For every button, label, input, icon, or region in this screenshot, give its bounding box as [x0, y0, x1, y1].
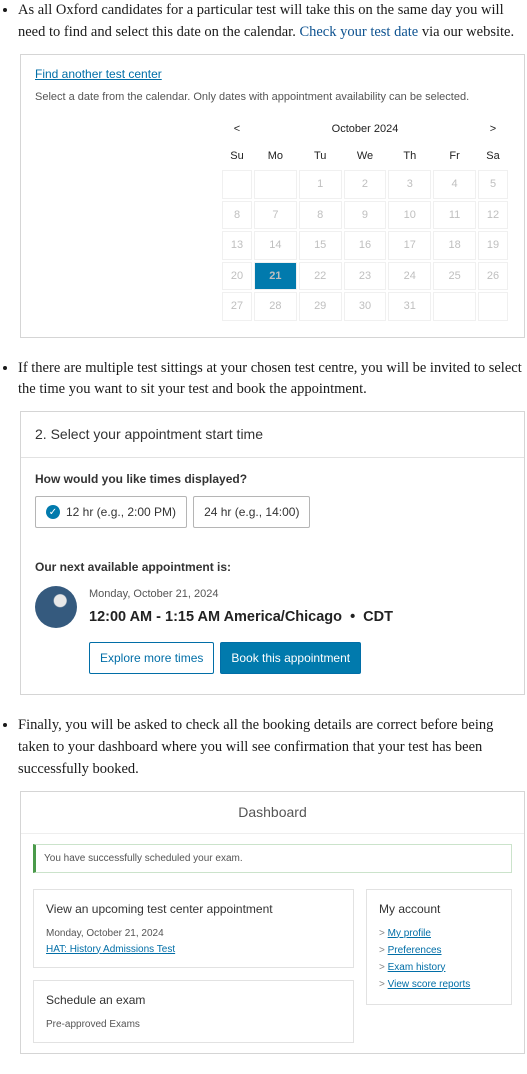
slot-time: 12:00 AM - 1:15 AM America/Chicago: [89, 609, 342, 625]
cal-day[interactable]: 8: [299, 201, 342, 230]
account-link-exam-history[interactable]: Exam history: [388, 962, 446, 973]
my-account-card: My account My profile Preferences Exam h…: [366, 889, 512, 1005]
upcoming-appointment-card: View an upcoming test center appointment…: [33, 889, 354, 969]
check-icon: ✓: [46, 505, 60, 519]
check-test-date-link[interactable]: Check your test date: [299, 24, 418, 40]
cal-day[interactable]: 29: [299, 292, 342, 321]
cal-day[interactable]: 24: [388, 262, 431, 291]
cal-day[interactable]: 2: [344, 170, 387, 199]
cal-day[interactable]: 12: [478, 201, 508, 230]
dashboard-title: Dashboard: [21, 792, 524, 834]
upcoming-exam-link[interactable]: HAT: History Admissions Test: [46, 944, 175, 955]
cal-day[interactable]: 25: [433, 262, 476, 291]
separator-icon: •: [346, 609, 359, 625]
bullet-3-text: Finally, you will be asked to check all …: [18, 717, 493, 777]
cal-day[interactable]: 26: [478, 262, 508, 291]
account-link-preferences[interactable]: Preferences: [388, 945, 442, 956]
find-another-center-link[interactable]: Find another test center: [35, 67, 162, 81]
schedule-sub: Pre-approved Exams: [46, 1017, 341, 1032]
appointment-heading: 2. Select your appointment start time: [21, 412, 524, 458]
bullet-1-post: via our website.: [418, 24, 514, 40]
cal-day[interactable]: 5: [478, 170, 508, 199]
slot-date: Monday, October 21, 2024: [89, 586, 393, 603]
cal-day[interactable]: 30: [344, 292, 387, 321]
calendar-table: < October 2024 > SuMoTuWeThFrSa 1 2 3 4 …: [220, 115, 510, 323]
bullet-2-text: If there are multiple test sittings at y…: [18, 360, 522, 398]
cal-day[interactable]: 9: [344, 201, 387, 230]
schedule-title: Schedule an exam: [46, 991, 341, 1009]
slot-tz: CDT: [363, 609, 393, 625]
cal-day[interactable]: 20: [222, 262, 252, 291]
cal-prev[interactable]: <: [222, 117, 252, 142]
cal-day-selected[interactable]: 21: [254, 262, 297, 291]
time-format-24hr-label: 24 hr (e.g., 14:00): [204, 503, 299, 521]
cal-day[interactable]: 16: [344, 231, 387, 260]
explore-more-times-button[interactable]: Explore more times: [89, 642, 214, 674]
account-link-score-reports[interactable]: View score reports: [388, 979, 471, 990]
cal-day[interactable]: 1: [299, 170, 342, 199]
cal-day[interactable]: 19: [478, 231, 508, 260]
cal-day[interactable]: 10: [388, 201, 431, 230]
time-format-question: How would you like times displayed?: [35, 470, 510, 488]
cal-day[interactable]: 3: [388, 170, 431, 199]
calendar-panel: Find another test center Select a date f…: [20, 54, 525, 338]
account-link-profile[interactable]: My profile: [388, 928, 431, 939]
cal-day[interactable]: 15: [299, 231, 342, 260]
time-format-24hr[interactable]: 24 hr (e.g., 14:00): [193, 496, 310, 528]
cal-day[interactable]: 14: [254, 231, 297, 260]
account-title: My account: [379, 900, 499, 918]
success-message: You have successfully scheduled your exa…: [33, 844, 512, 873]
upcoming-date: Monday, October 21, 2024: [46, 926, 341, 941]
cal-day[interactable]: 4: [433, 170, 476, 199]
time-format-12hr[interactable]: ✓ 12 hr (e.g., 2:00 PM): [35, 496, 187, 528]
cal-dow-row: SuMoTuWeThFrSa: [222, 144, 508, 169]
cal-day[interactable]: 23: [344, 262, 387, 291]
cal-day[interactable]: 11: [433, 201, 476, 230]
cal-day[interactable]: 13: [222, 231, 252, 260]
night-icon: [35, 586, 77, 628]
cal-day[interactable]: 22: [299, 262, 342, 291]
calendar-note: Select a date from the calendar. Only da…: [35, 89, 510, 106]
cal-day[interactable]: 18: [433, 231, 476, 260]
upcoming-title: View an upcoming test center appointment: [46, 900, 341, 918]
cal-day[interactable]: 27: [222, 292, 252, 321]
cal-next[interactable]: >: [478, 117, 508, 142]
time-format-12hr-label: 12 hr (e.g., 2:00 PM): [66, 503, 176, 521]
cal-day[interactable]: 7: [254, 201, 297, 230]
cal-month: October 2024: [254, 117, 476, 142]
cal-day[interactable]: 31: [388, 292, 431, 321]
book-appointment-button[interactable]: Book this appointment: [220, 642, 361, 674]
next-available-label: Our next available appointment is:: [35, 558, 510, 576]
cal-day[interactable]: 17: [388, 231, 431, 260]
cal-day[interactable]: 8: [222, 201, 252, 230]
dashboard-panel: Dashboard You have successfully schedule…: [20, 791, 525, 1055]
cal-day[interactable]: 28: [254, 292, 297, 321]
schedule-exam-card: Schedule an exam Pre-approved Exams: [33, 980, 354, 1043]
appointment-panel: 2. Select your appointment start time Ho…: [20, 411, 525, 695]
